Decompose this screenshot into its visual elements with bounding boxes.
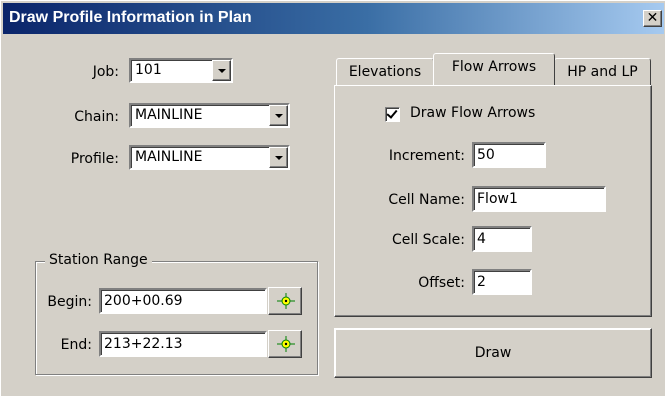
increment-input[interactable]: 50 [472,142,546,168]
cell-name-label: Cell Name: [388,192,465,208]
offset-value: 2 [477,274,486,290]
close-button[interactable]: ✕ [643,10,662,27]
draw-flow-arrows-label[interactable]: Draw Flow Arrows [410,105,535,121]
pick-end-station-button[interactable] [268,330,302,358]
draw-flow-arrows-checkbox[interactable] [385,107,400,122]
chain-value: MAINLINE [135,107,203,123]
tab-elevations[interactable]: Elevations [336,58,434,86]
station-range-title: Station Range [45,252,152,268]
increment-value: 50 [477,147,495,163]
cell-scale-input[interactable]: 4 [472,226,532,252]
job-label: Job: [92,64,119,80]
tab-flow-arrows[interactable]: Flow Arrows [433,53,555,85]
begin-station-value: 200+00.69 [104,293,183,309]
profile-value: MAINLINE [135,149,203,165]
title-bar[interactable]: Draw Profile Information in Plan ✕ [3,3,664,34]
profile-dropdown[interactable]: MAINLINE [129,145,290,170]
begin-station-input[interactable]: 200+00.69 [99,288,267,314]
cell-scale-label: Cell Scale: [391,232,465,248]
end-label: End: [60,337,92,353]
chevron-down-icon[interactable] [269,105,288,126]
cell-name-value: Flow1 [477,191,518,207]
pick-begin-station-button[interactable] [268,287,302,315]
end-station-value: 213+22.13 [104,336,183,352]
draw-button[interactable]: Draw [334,328,652,378]
chain-label: Chain: [74,109,119,125]
tab-hp-and-lp[interactable]: HP and LP [554,58,651,86]
profile-label: Profile: [70,151,119,167]
target-crosshair-icon [277,293,295,309]
job-value: 101 [135,62,162,78]
job-dropdown[interactable]: 101 [129,58,233,83]
begin-label: Begin: [47,294,92,310]
dialog-window: Draw Profile Information in Plan ✕ Job: … [0,0,665,396]
close-icon: ✕ [646,10,659,26]
checkmark-icon [386,107,398,119]
cell-name-input[interactable]: Flow1 [472,186,606,212]
increment-label: Increment: [388,148,465,164]
offset-label: Offset: [418,275,465,291]
chevron-down-icon[interactable] [269,147,288,168]
window-title: Draw Profile Information in Plan [9,9,252,26]
end-station-input[interactable]: 213+22.13 [99,331,267,357]
chain-dropdown[interactable]: MAINLINE [129,103,290,128]
target-crosshair-icon [277,336,295,352]
cell-scale-value: 4 [477,231,486,247]
chevron-down-icon[interactable] [212,60,231,81]
offset-input[interactable]: 2 [472,269,532,295]
flow-arrows-panel: Draw Flow Arrows Increment: 50 Cell Name… [334,85,652,317]
